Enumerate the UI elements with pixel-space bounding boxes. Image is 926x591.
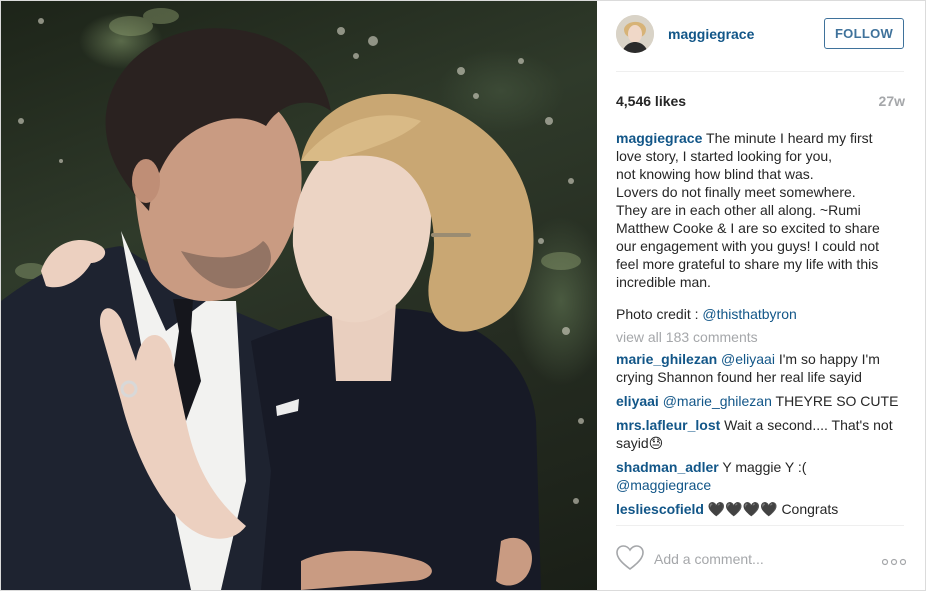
- comment-item: eliyaai @marie_ghilezan THEYRE SO CUTE: [616, 392, 908, 410]
- photo-credit-label: Photo credit :: [616, 306, 703, 322]
- comment-mention[interactable]: @marie_ghilezan: [663, 393, 772, 409]
- caption-line: incredible man.: [616, 274, 711, 290]
- caption-line: not knowing how blind that was.: [616, 166, 814, 182]
- comment-mention[interactable]: @eliyaai: [721, 351, 775, 367]
- post-header: maggiegrace FOLLOW: [616, 15, 906, 55]
- post-frame: maggiegrace FOLLOW 4,546 likes 27w maggi…: [0, 0, 926, 591]
- post-photo[interactable]: [1, 1, 597, 590]
- comment-username[interactable]: shadman_adler: [616, 459, 719, 475]
- comment-item: shadman_adler Y maggie Y :( @maggiegrace: [616, 458, 908, 494]
- photo-credit-mention[interactable]: @thisthatbyron: [702, 306, 796, 322]
- header-divider: [616, 71, 904, 72]
- photo-illustration: [1, 8, 584, 590]
- comments-section: maggiegrace The minute I heard my first …: [616, 129, 908, 525]
- comment-mention[interactable]: @maggiegrace: [616, 477, 711, 493]
- follow-button[interactable]: FOLLOW: [824, 18, 904, 49]
- view-all-comments-link[interactable]: view all 183 comments: [616, 328, 908, 346]
- heart-icon[interactable]: [616, 545, 644, 576]
- caption-line: Matthew Cooke & I are so excited to shar…: [616, 220, 880, 236]
- caption-line: feel more grateful to share my life with…: [616, 256, 879, 272]
- caption-username[interactable]: maggiegrace: [616, 130, 702, 146]
- photo-credit: Photo credit : @thisthatbyron: [616, 305, 908, 323]
- likes-count[interactable]: 4,546 likes: [616, 93, 686, 109]
- comment-username[interactable]: lesliescofield: [616, 501, 704, 517]
- caption-line: love story, I started looking for you,: [616, 148, 833, 164]
- post-footer: [616, 543, 907, 577]
- post-caption: maggiegrace The minute I heard my first …: [616, 129, 908, 323]
- caption-line: maggiegrace The minute I heard my first: [616, 129, 908, 147]
- comment-username[interactable]: eliyaai: [616, 393, 659, 409]
- caption-text: The minute I heard my first: [706, 130, 873, 146]
- comment-item: marie_ghilezan @eliyaai I'm so happy I'm…: [616, 350, 908, 386]
- avatar[interactable]: [616, 15, 654, 53]
- caption-gap: [616, 291, 908, 305]
- comment-text: THEYRE SO CUTE: [771, 393, 899, 409]
- post-side-panel: maggiegrace FOLLOW 4,546 likes 27w maggi…: [598, 1, 925, 590]
- comment-text: 🖤🖤🖤🖤 Congrats: [707, 501, 839, 517]
- add-comment-input[interactable]: [654, 548, 854, 570]
- more-options-icon[interactable]: [881, 553, 907, 571]
- comment-text: Y maggie Y :(: [722, 459, 807, 475]
- avatar-image: [616, 15, 654, 53]
- comment-username[interactable]: marie_ghilezan: [616, 351, 717, 367]
- caption-line: Lovers do not finally meet somewhere.: [616, 184, 856, 200]
- post-author-username[interactable]: maggiegrace: [668, 26, 754, 42]
- caption-line: They are in each other all along. ~Rumi: [616, 202, 861, 218]
- footer-divider: [616, 525, 904, 526]
- comment-item: mrs.lafleur_lost Wait a second.... That'…: [616, 416, 908, 452]
- post-timestamp[interactable]: 27w: [879, 93, 905, 109]
- comment-username[interactable]: mrs.lafleur_lost: [616, 417, 720, 433]
- caption-line: our engagement with you guys! I could no…: [616, 238, 880, 254]
- comment-item: lesliescofield 🖤🖤🖤🖤 Congrats: [616, 500, 908, 518]
